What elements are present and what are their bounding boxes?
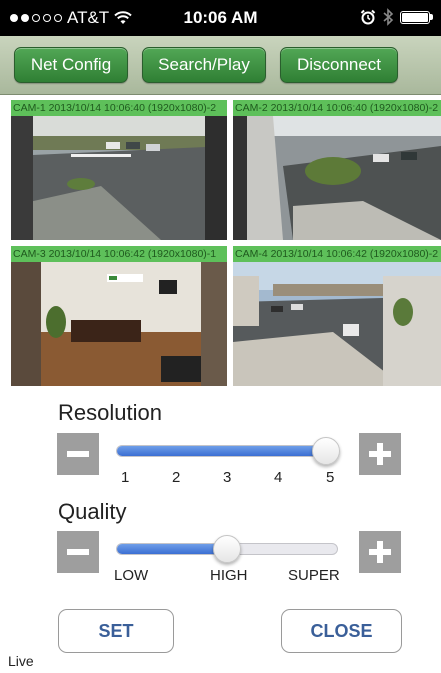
camera-3-tile[interactable]: CAM-3 2013/10/14 10:06:42 (1920x1080)-1 xyxy=(11,246,227,386)
quality-tick-super: SUPER xyxy=(288,567,340,584)
resolution-slider-thumb[interactable] xyxy=(312,437,340,465)
resolution-tick-5: 5 xyxy=(326,469,335,486)
quality-tick-low: LOW xyxy=(114,567,149,584)
quality-tick-high: HIGH xyxy=(210,567,248,584)
quality-title: Quality xyxy=(58,499,127,524)
camera-1-tile[interactable]: CAM-1 2013/10/14 10:06:40 (1920x1080)-2 xyxy=(11,100,227,240)
camera-3-label: CAM-3 2013/10/14 10:06:42 (1920x1080)-1 xyxy=(11,246,227,262)
camera-4-feed xyxy=(233,262,441,386)
resolution-slider-fill xyxy=(117,446,327,456)
close-button[interactable]: CLOSE xyxy=(281,609,402,653)
minus-icon xyxy=(67,549,89,555)
status-bar: AT&T 10:06 AM xyxy=(0,0,441,36)
set-button[interactable]: SET xyxy=(58,609,174,653)
quality-slider-thumb[interactable] xyxy=(213,535,241,563)
alarm-icon xyxy=(360,9,376,25)
minus-icon xyxy=(67,451,89,457)
camera-3-feed xyxy=(11,262,227,386)
plus-icon xyxy=(369,443,391,465)
resolution-increase-button[interactable] xyxy=(359,433,401,475)
camera-1-feed xyxy=(11,116,227,240)
camera-grid: CAM-1 2013/10/14 10:06:40 (1920x1080)-2 … xyxy=(11,100,441,386)
camera-2-tile[interactable]: CAM-2 2013/10/14 10:06:40 (1920x1080)-2 xyxy=(233,100,441,240)
disconnect-button[interactable]: Disconnect xyxy=(280,47,398,83)
camera-2-feed xyxy=(233,116,441,240)
camera-2-label: CAM-2 2013/10/14 10:06:40 (1920x1080)-2 xyxy=(233,100,441,116)
camera-4-label: CAM-4 2013/10/14 10:06:42 (1920x1080)-2 xyxy=(233,246,441,262)
resolution-tick-2: 2 xyxy=(172,469,181,486)
resolution-title: Resolution xyxy=(58,400,162,425)
resolution-tick-1: 1 xyxy=(121,469,130,486)
search-play-button[interactable]: Search/Play xyxy=(142,47,266,83)
resolution-tick-3: 3 xyxy=(223,469,232,486)
resolution-slider[interactable] xyxy=(116,445,336,457)
bluetooth-icon xyxy=(383,8,394,26)
resolution-tick-4: 4 xyxy=(274,469,283,486)
quality-decrease-button[interactable] xyxy=(57,531,99,573)
plus-icon xyxy=(369,541,391,563)
quality-slider-fill xyxy=(117,544,228,554)
camera-1-label: CAM-1 2013/10/14 10:06:40 (1920x1080)-2 xyxy=(11,100,227,116)
quality-increase-button[interactable] xyxy=(359,531,401,573)
camera-4-tile[interactable]: CAM-4 2013/10/14 10:06:42 (1920x1080)-2 xyxy=(233,246,441,386)
battery-tip xyxy=(430,14,433,20)
resolution-decrease-button[interactable] xyxy=(57,433,99,475)
battery-icon xyxy=(400,10,430,24)
net-config-button[interactable]: Net Config xyxy=(14,47,128,83)
mode-label: Live xyxy=(8,653,34,669)
toolbar: Net Config Search/Play Disconnect xyxy=(0,36,441,95)
status-right xyxy=(360,8,433,26)
